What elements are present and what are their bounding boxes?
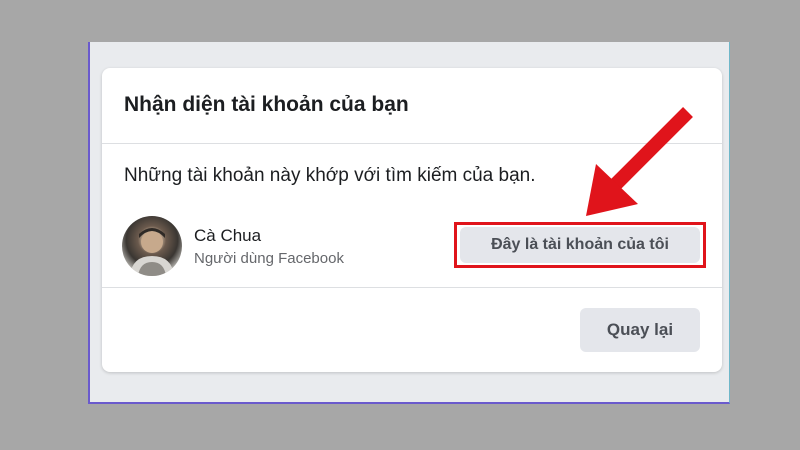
account-result-row: Cà Chua Người dùng Facebook Đây là tài k…	[102, 208, 722, 288]
account-subtitle: Người dùng Facebook	[194, 250, 344, 267]
dialog-footer: Quay lại	[102, 288, 722, 372]
dialog-header: Nhận diện tài khoản của bạn	[102, 68, 722, 144]
identify-account-dialog: Nhận diện tài khoản của bạn Những tài kh…	[102, 68, 722, 372]
browser-screen: Nhận diện tài khoản của bạn Những tài kh…	[88, 42, 730, 404]
this-is-my-account-button[interactable]: Đây là tài khoản của tôi	[460, 227, 700, 263]
dialog-title: Nhận diện tài khoản của bạn	[124, 93, 409, 116]
back-button[interactable]: Quay lại	[580, 308, 700, 352]
account-name[interactable]: Cà Chua	[194, 226, 261, 246]
dialog-description: Những tài khoản này khớp với tìm kiếm củ…	[124, 165, 536, 186]
avatar-photo-icon	[130, 228, 174, 276]
avatar	[122, 216, 182, 276]
